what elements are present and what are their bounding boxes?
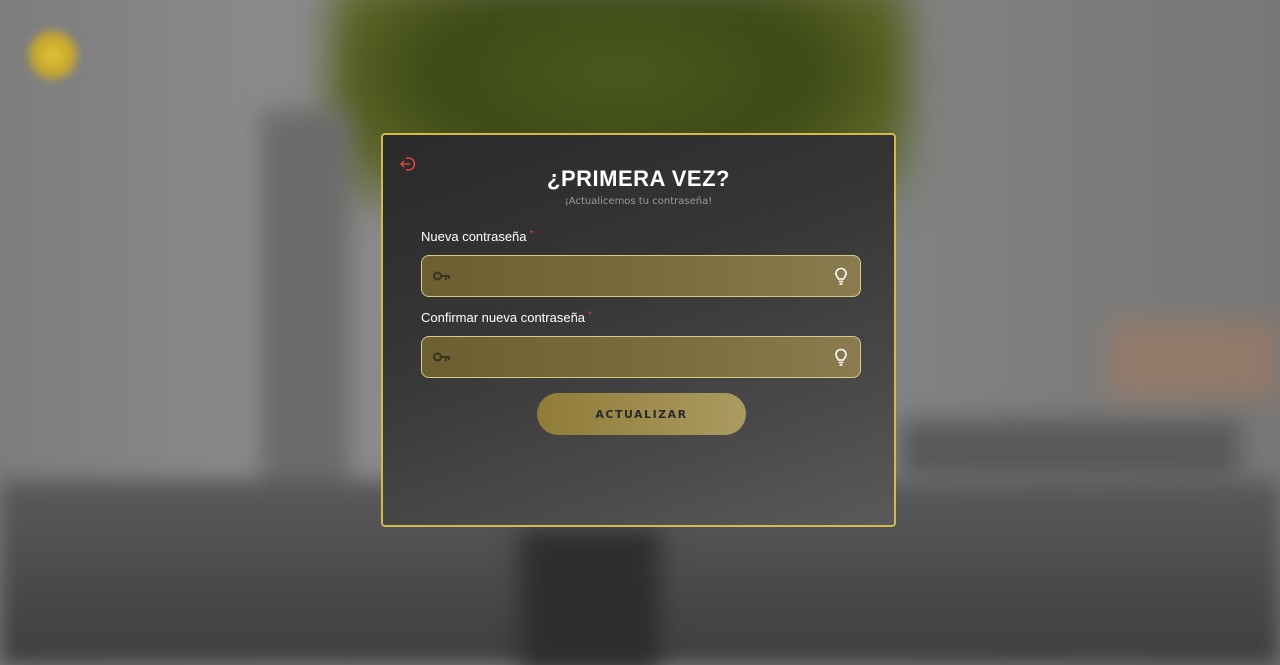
background-figure <box>520 530 660 665</box>
new-password-input[interactable] <box>458 256 822 298</box>
confirm-password-label: Confirmar nueva contraseña * <box>421 310 592 325</box>
new-password-label-text: Nueva contraseña <box>421 229 527 244</box>
background-panel <box>900 420 1240 480</box>
update-button[interactable]: ACTUALIZAR <box>537 393 746 435</box>
background-logo <box>28 30 78 80</box>
lightbulb-icon[interactable] <box>834 348 848 367</box>
required-mark: * <box>588 310 592 321</box>
dialog-subtitle: ¡Actualicemos tu contraseña! <box>564 196 713 207</box>
confirm-password-input[interactable] <box>458 337 822 379</box>
key-icon <box>433 352 450 362</box>
confirm-password-label-text: Confirmar nueva contraseña <box>421 310 586 325</box>
confirm-password-field <box>421 336 861 379</box>
dialog-title: ¿PRIMERA VEZ? <box>547 166 730 191</box>
new-password-field <box>421 255 861 298</box>
new-password-label: Nueva contraseña * <box>421 229 533 244</box>
first-time-password-dialog: ¿PRIMERA VEZ? ¡Actualicemos tu contraseñ… <box>381 133 896 527</box>
key-icon <box>433 271 450 281</box>
lightbulb-icon[interactable] <box>834 267 848 286</box>
background-sign <box>1110 320 1280 400</box>
required-mark: * <box>529 229 534 240</box>
